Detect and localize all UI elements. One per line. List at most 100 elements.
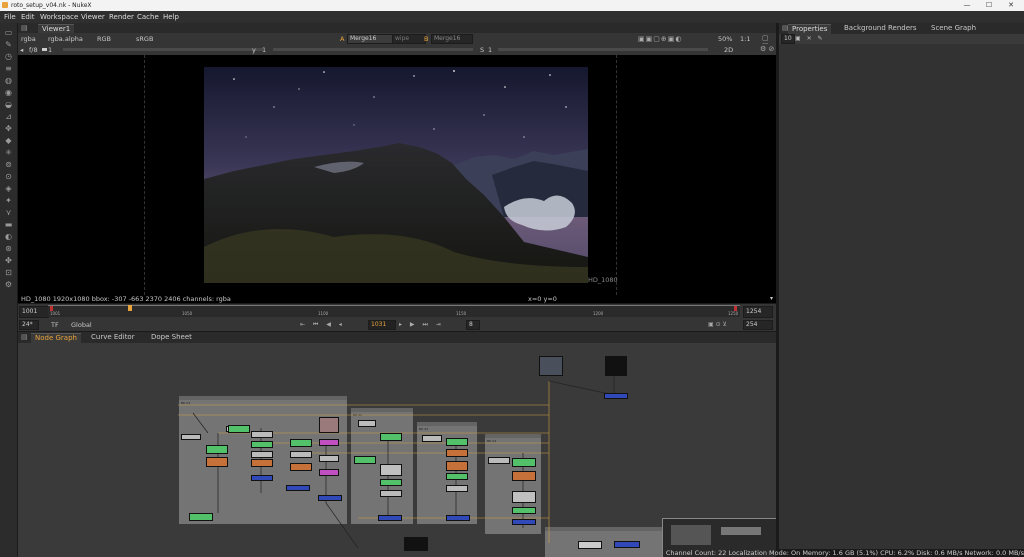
node-b2-f[interactable]: [380, 490, 402, 497]
color-tool-icon[interactable]: ◍: [4, 76, 13, 85]
ocio-tool-icon[interactable]: ◐: [4, 232, 13, 241]
maximize-icon[interactable]: ☐: [978, 0, 1000, 11]
read-node-2[interactable]: [605, 356, 627, 376]
gamma-value[interactable]: 1: [262, 46, 266, 54]
metadata-tool-icon[interactable]: ◈: [4, 184, 13, 193]
colorspace-in-dropdown[interactable]: RGB: [97, 35, 111, 43]
menu-workspace[interactable]: Workspace: [40, 13, 78, 21]
node-b3-f[interactable]: [446, 485, 468, 492]
tf-dropdown[interactable]: TF: [51, 321, 59, 329]
node-b3-a[interactable]: [422, 435, 442, 442]
tab-node-graph[interactable]: Node Graph: [31, 333, 81, 343]
timeline-end-input[interactable]: 1254: [743, 306, 773, 318]
node-b1-b[interactable]: [251, 441, 273, 448]
playhead-marker[interactable]: [128, 305, 132, 311]
pane-menu-icon[interactable]: ▤: [21, 24, 28, 32]
channels-dropdown[interactable]: rgba: [21, 35, 36, 43]
menu-edit[interactable]: Edit: [21, 13, 35, 21]
toolsets-tool-icon[interactable]: ✦: [4, 196, 13, 205]
node-b1-h[interactable]: [290, 463, 312, 471]
tab-curve-editor[interactable]: Curve Editor: [87, 333, 139, 342]
viewer-lock-icons[interactable]: ⚙ ⊘: [760, 45, 774, 53]
merge-node-b2[interactable]: [378, 515, 402, 521]
step-input[interactable]: 8: [466, 320, 480, 330]
tab-background-renders[interactable]: Background Renders: [840, 24, 921, 33]
gain-value[interactable]: 1: [48, 46, 52, 54]
keyer-tool-icon[interactable]: ◒: [4, 100, 13, 109]
furnace-tool-icon[interactable]: ▬: [4, 220, 13, 229]
node-b2-a[interactable]: [358, 420, 376, 427]
view-mode-dropdown[interactable]: 2D: [724, 46, 733, 54]
node-b1-j[interactable]: [319, 455, 339, 462]
node-b1-g[interactable]: [290, 451, 312, 458]
b-input-dropdown[interactable]: Merge16: [431, 34, 473, 44]
roto-node-1[interactable]: [228, 425, 250, 433]
deep-tool-icon[interactable]: ⊚: [4, 160, 13, 169]
current-frame-input[interactable]: 1031: [368, 320, 396, 330]
node-b2-d[interactable]: [380, 464, 402, 476]
merge-node-bottom[interactable]: [614, 541, 640, 548]
menu-help[interactable]: Help: [163, 13, 179, 21]
channel-tool-icon[interactable]: ≡: [4, 64, 13, 73]
node-b1-e[interactable]: [251, 475, 273, 481]
merge-node-top[interactable]: [604, 393, 628, 399]
ai-tool-icon[interactable]: ✤: [4, 256, 13, 265]
node-b3-e[interactable]: [446, 473, 468, 480]
3d-tool-icon[interactable]: ◆: [4, 136, 13, 145]
merge-node-b4[interactable]: [512, 519, 536, 525]
transform-node-1[interactable]: [206, 457, 228, 467]
other-tool-icon[interactable]: ⋎: [4, 208, 13, 217]
node-b4-a[interactable]: [488, 457, 510, 464]
image-tool-icon[interactable]: ▭: [4, 28, 13, 37]
merge-node-b3[interactable]: [446, 515, 470, 521]
menu-file[interactable]: File: [4, 13, 16, 21]
zoom-dropdown[interactable]: 50%: [718, 35, 732, 43]
s-value[interactable]: 1: [488, 46, 492, 54]
node-b2-b[interactable]: [380, 433, 402, 441]
tab-properties[interactable]: Properties: [788, 24, 832, 34]
node-b4-e[interactable]: [512, 507, 536, 514]
close-icon[interactable]: ✕: [1000, 0, 1022, 11]
node-b4-b[interactable]: [512, 458, 536, 467]
node-b1-i[interactable]: [319, 439, 339, 446]
write-node[interactable]: [578, 541, 602, 549]
menu-cache[interactable]: Cache: [137, 13, 159, 21]
cara-tool-icon[interactable]: ⊛: [4, 244, 13, 253]
viewer-canvas[interactable]: HD_1080: [18, 55, 776, 295]
node-graph-canvas[interactable]: BD 01 BD 02 BD 03 BD 04: [18, 343, 776, 557]
transform-tool-icon[interactable]: ✥: [4, 124, 13, 133]
dot-node-1[interactable]: [181, 434, 201, 440]
a-input-dropdown[interactable]: Merge16: [347, 34, 397, 44]
viewer-display-icons[interactable]: ▣▣▢⊕▣◐: [638, 35, 682, 43]
time-tool-icon[interactable]: ◷: [4, 52, 13, 61]
menu-render[interactable]: Render: [109, 13, 134, 21]
node-b3-c[interactable]: [446, 449, 468, 457]
minimize-icon[interactable]: —: [956, 0, 978, 11]
tab-scene-graph[interactable]: Scene Graph: [927, 24, 980, 33]
menu-viewer[interactable]: Viewer: [81, 13, 105, 21]
draw-tool-icon[interactable]: ✎: [4, 40, 13, 49]
node-b1-d[interactable]: [251, 459, 273, 467]
node-b2-c[interactable]: [354, 456, 376, 464]
merge-node-b1-2[interactable]: [318, 495, 342, 501]
node-b1-c[interactable]: [251, 451, 273, 458]
end-frame-input[interactable]: 254: [743, 320, 773, 330]
tab-dope-sheet[interactable]: Dope Sheet: [147, 333, 196, 342]
colorspace-out-dropdown[interactable]: sRGB: [136, 35, 153, 43]
merge-node-b1[interactable]: [286, 485, 310, 491]
timeline-scrubber[interactable]: 1001 1050 1100 1150 1200 1250: [48, 305, 740, 317]
loop-icons[interactable]: ▣ ⊙ ⊻: [708, 321, 727, 328]
merge-tool-icon[interactable]: ⊿: [4, 112, 13, 121]
properties-tool-icons[interactable]: ▣ ✕ ✎: [795, 35, 825, 42]
gain-slider[interactable]: [63, 48, 263, 51]
pane-menu-icon-2[interactable]: ▤: [21, 333, 28, 341]
node-b3-d[interactable]: [446, 461, 468, 471]
read-node-main[interactable]: [539, 356, 563, 376]
s-slider[interactable]: [498, 48, 708, 51]
node-b1-a[interactable]: [251, 431, 273, 438]
wipe-dropdown[interactable]: wipe: [392, 34, 426, 44]
node-b1-k[interactable]: [319, 469, 339, 476]
timeline-start-input[interactable]: 1001: [19, 306, 49, 318]
playback-buttons-right-icons[interactable]: ▸ ▶ ⏭ ⇥: [399, 321, 444, 329]
cryptomatte-tool-icon[interactable]: ⊡: [4, 268, 13, 277]
